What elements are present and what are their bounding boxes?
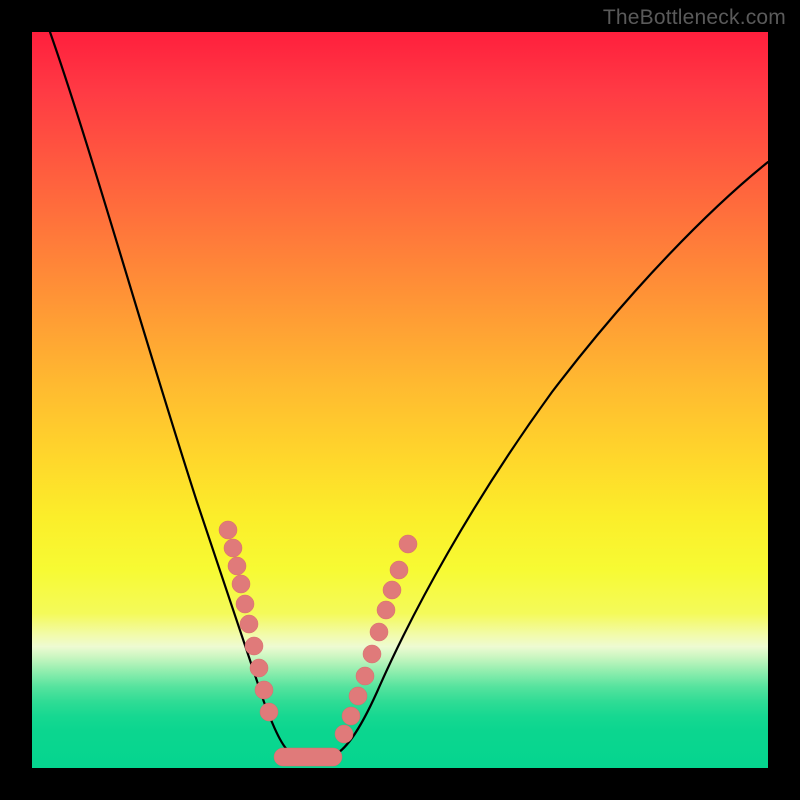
plot-area bbox=[32, 32, 768, 768]
marker-dot bbox=[232, 575, 250, 593]
marker-dot bbox=[356, 667, 374, 685]
bottleneck-curve bbox=[32, 32, 768, 768]
marker-dot bbox=[383, 581, 401, 599]
marker-dot bbox=[224, 539, 242, 557]
marker-dot bbox=[370, 623, 388, 641]
marker-dot bbox=[260, 703, 278, 721]
marker-dot bbox=[245, 637, 263, 655]
marker-dot bbox=[236, 595, 254, 613]
marker-dot bbox=[240, 615, 258, 633]
marker-dot bbox=[349, 687, 367, 705]
marker-dot bbox=[390, 561, 408, 579]
marker-dot bbox=[377, 601, 395, 619]
watermark-text: TheBottleneck.com bbox=[603, 6, 786, 30]
marker-dot bbox=[335, 725, 353, 743]
marker-dot bbox=[255, 681, 273, 699]
valley-bar bbox=[274, 748, 342, 766]
marker-dot bbox=[399, 535, 417, 553]
marker-dot bbox=[250, 659, 268, 677]
marker-dot bbox=[219, 521, 237, 539]
chart-frame: TheBottleneck.com bbox=[0, 0, 800, 800]
curve-path bbox=[50, 32, 768, 756]
marker-dot bbox=[363, 645, 381, 663]
marker-dot bbox=[342, 707, 360, 725]
marker-dot bbox=[228, 557, 246, 575]
